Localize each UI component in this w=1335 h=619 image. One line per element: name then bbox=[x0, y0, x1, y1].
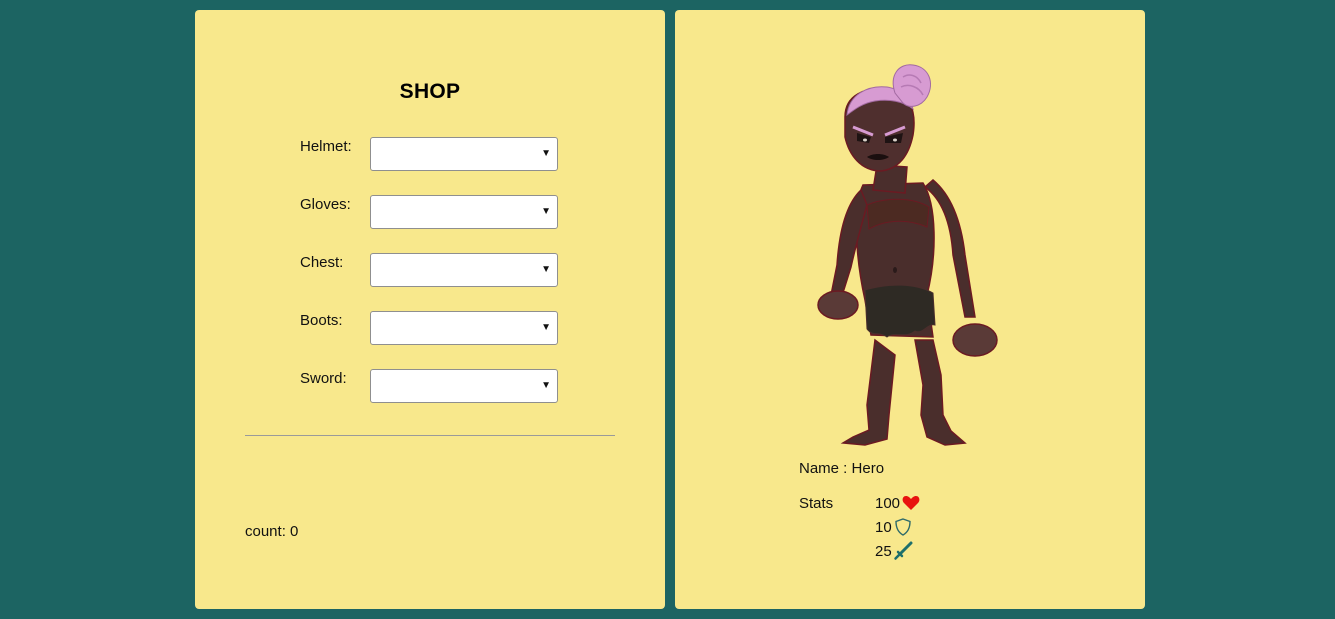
shield-icon bbox=[894, 518, 911, 536]
chevron-down-icon: ▼ bbox=[541, 380, 551, 391]
stats-label: Stats bbox=[799, 495, 834, 512]
shop-row-chest: Chest: ▼ bbox=[300, 253, 570, 289]
stat-defense: 10 bbox=[875, 516, 913, 538]
hero-name-value: Hero bbox=[851, 460, 885, 477]
hero-name: Name : Hero bbox=[799, 460, 884, 477]
hero-name-label: Name : bbox=[799, 460, 848, 477]
count-value: 0 bbox=[290, 523, 299, 540]
stat-attack-value: 25 bbox=[875, 542, 892, 560]
stat-health-value: 100 bbox=[875, 494, 901, 512]
chest-label: Chest: bbox=[300, 254, 344, 271]
hero-panel: Name : Hero Stats 100 10 25 bbox=[675, 10, 1145, 609]
sword-icon bbox=[893, 541, 913, 560]
count-label: count: bbox=[245, 523, 286, 540]
heart-icon bbox=[902, 496, 920, 510]
gloves-label: Gloves: bbox=[300, 196, 351, 213]
shop-row-boots: Boots: ▼ bbox=[300, 311, 570, 347]
stat-attack: 25 bbox=[875, 540, 913, 562]
gloves-select[interactable]: ▼ bbox=[370, 195, 558, 229]
chevron-down-icon: ▼ bbox=[541, 206, 551, 217]
chest-select[interactable]: ▼ bbox=[370, 253, 558, 287]
helmet-select[interactable]: ▼ bbox=[370, 137, 558, 171]
shop-panel: SHOP Helmet: ▼ Gloves: ▼ Chest: ▼ Boots:… bbox=[195, 10, 665, 609]
shop-row-gloves: Gloves: ▼ bbox=[300, 195, 570, 231]
shop-row-sword: Sword: ▼ bbox=[300, 369, 570, 405]
sword-select[interactable]: ▼ bbox=[370, 369, 558, 403]
shop-divider bbox=[245, 435, 615, 436]
hero-character-image bbox=[817, 64, 998, 446]
chevron-down-icon: ▼ bbox=[541, 148, 551, 159]
sword-label: Sword: bbox=[300, 370, 347, 387]
shop-row-helmet: Helmet: ▼ bbox=[300, 137, 570, 173]
stat-health: 100 bbox=[875, 492, 921, 514]
shop-title: SHOP bbox=[399, 80, 461, 103]
boots-select[interactable]: ▼ bbox=[370, 311, 558, 345]
stat-defense-value: 10 bbox=[875, 518, 892, 536]
helmet-label: Helmet: bbox=[300, 138, 352, 155]
boots-label: Boots: bbox=[300, 312, 343, 329]
item-count: count: 0 bbox=[245, 523, 298, 540]
chevron-down-icon: ▼ bbox=[541, 264, 551, 275]
chevron-down-icon: ▼ bbox=[541, 322, 551, 333]
